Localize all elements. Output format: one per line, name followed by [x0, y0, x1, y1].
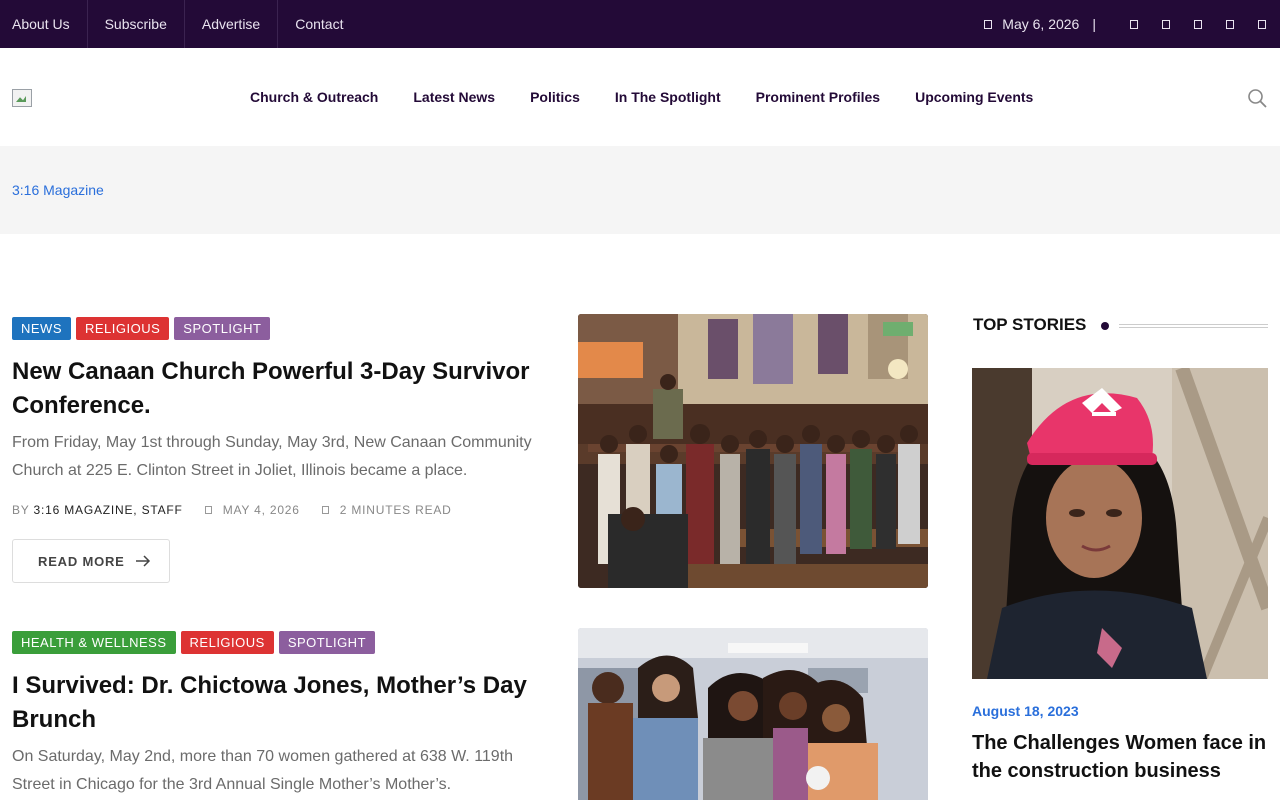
top-bar-separator: | [1092, 16, 1096, 32]
article-image[interactable] [578, 314, 928, 588]
read-more-label: READ MORE [38, 553, 125, 569]
about-us-link[interactable]: About Us [0, 0, 88, 48]
nav-prominent-profiles[interactable]: Prominent Profiles [756, 89, 880, 105]
main-nav: Church & Outreach Latest News Politics I… [250, 48, 1068, 146]
clock-icon [321, 506, 329, 514]
twitter-icon[interactable] [1162, 19, 1170, 29]
article-excerpt: From Friday, May 1st through Sunday, May… [12, 434, 532, 479]
top-links: About Us Subscribe Advertise Contact [0, 0, 360, 48]
top-story-title[interactable]: The Challenges Women face in the constru… [972, 729, 1268, 785]
top-story-image[interactable] [972, 368, 1268, 679]
article-tags: Health & Wellness Religious Spotlight [12, 631, 552, 654]
arrow-right-icon [135, 555, 150, 567]
calendar-icon [204, 506, 212, 514]
site-header: Church & Outreach Latest News Politics I… [0, 48, 1280, 146]
article-title[interactable]: I Survived: Dr. Chictowa Jones, Mother’s… [12, 669, 552, 737]
breadcrumb: 3:16 Magazine [0, 146, 1280, 234]
tag-health-wellness[interactable]: Health & Wellness [12, 631, 176, 654]
article-image[interactable] [578, 628, 928, 800]
current-date: May 6, 2026 [1002, 16, 1080, 32]
facebook-icon[interactable] [1130, 19, 1138, 29]
tag-religious[interactable]: Religious [76, 317, 170, 340]
read-more-button[interactable]: READ MORE [12, 539, 170, 583]
advertise-link[interactable]: Advertise [185, 0, 279, 48]
tag-spotlight[interactable]: Spotlight [174, 317, 271, 340]
nav-in-the-spotlight[interactable]: In The Spotlight [615, 89, 721, 105]
search-icon[interactable] [1247, 88, 1267, 108]
article-read-time: 2 MINUTES READ [339, 503, 452, 517]
nav-church-outreach[interactable]: Church & Outreach [250, 89, 378, 105]
author-link[interactable]: 3:16 MAGAZINE, STAFF [34, 503, 183, 517]
tag-news[interactable]: News [12, 317, 71, 340]
heading-divider [1119, 324, 1268, 328]
top-stories-title: TOP STORIES [973, 315, 1087, 334]
instagram-icon[interactable] [1194, 19, 1202, 29]
nav-latest-news[interactable]: Latest News [413, 89, 495, 105]
broken-image-icon[interactable] [12, 89, 32, 107]
subscribe-link[interactable]: Subscribe [88, 0, 185, 48]
article-date: MAY 4, 2026 [222, 503, 300, 517]
article-tags: News Religious Spotlight [12, 317, 552, 340]
article-meta: BY 3:16 MAGAZINE, STAFF MAY 4, 2026 2 MI… [12, 503, 552, 517]
article-excerpt: On Saturday, May 2nd, more than 70 women… [12, 748, 514, 793]
contact-link[interactable]: Contact [278, 0, 360, 48]
top-bar: About Us Subscribe Advertise Contact May… [0, 0, 1280, 48]
article-title[interactable]: New Canaan Church Powerful 3-Day Survivo… [12, 355, 552, 423]
youtube-icon[interactable] [1226, 19, 1234, 29]
tag-religious[interactable]: Religious [180, 631, 274, 654]
linkedin-icon[interactable] [1258, 19, 1266, 29]
top-bar-right: May 6, 2026 | [984, 0, 1266, 48]
nav-politics[interactable]: Politics [530, 89, 580, 105]
article-author: BY 3:16 MAGAZINE, STAFF [12, 503, 183, 517]
article-card: News Religious Spotlight New Canaan Chur… [12, 317, 552, 583]
top-stories-heading: TOP STORIES [973, 314, 1268, 336]
nav-upcoming-events[interactable]: Upcoming Events [915, 89, 1033, 105]
heading-dot [1101, 322, 1110, 330]
article-card: Health & Wellness Religious Spotlight I … [12, 631, 552, 799]
tag-spotlight[interactable]: Spotlight [278, 631, 376, 654]
calendar-icon [984, 19, 993, 29]
breadcrumb-home-link[interactable]: 3:16 Magazine [12, 182, 104, 198]
top-story-date: August 18, 2023 [972, 703, 1079, 719]
